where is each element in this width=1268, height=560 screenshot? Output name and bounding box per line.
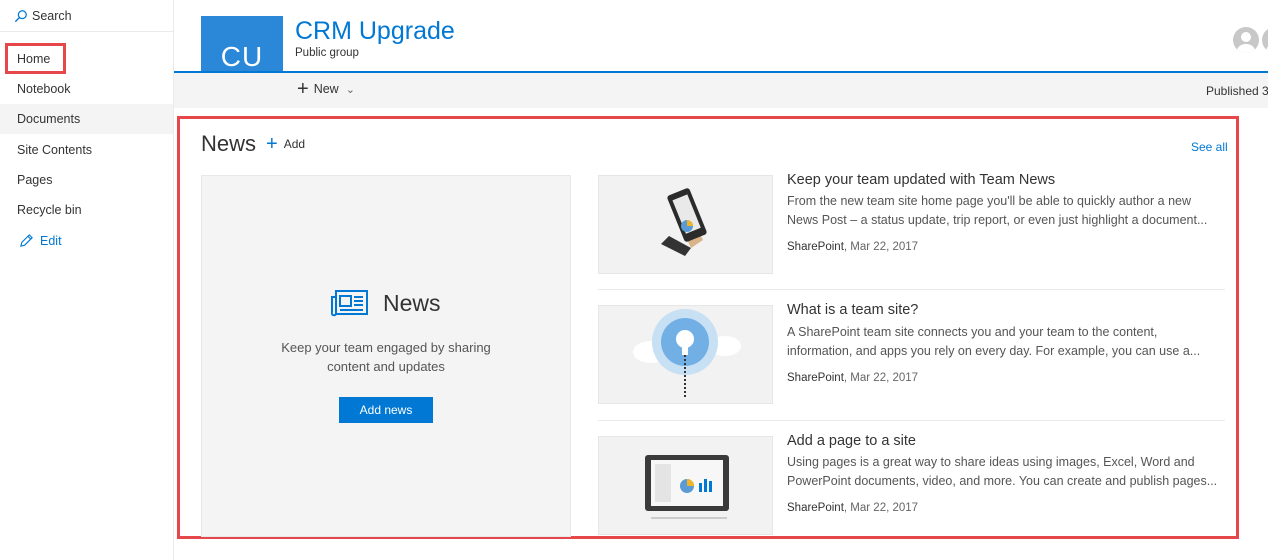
person-icon (1237, 32, 1255, 53)
pencil-icon (20, 234, 33, 247)
member-avatar[interactable] (1262, 27, 1268, 53)
add-news-button[interactable]: Add news (339, 397, 433, 423)
chevron-down-icon: ⌄ (345, 83, 355, 96)
nav-item-notebook[interactable]: Notebook (0, 74, 173, 104)
see-all-link[interactable]: See all (1191, 140, 1228, 154)
published-status: Published 3, (1206, 84, 1268, 98)
divider (598, 420, 1225, 421)
phone-chart-icon (661, 188, 707, 256)
news-item-description: Using pages is a great way to share idea… (787, 453, 1217, 491)
home-highlight-box (5, 43, 66, 74)
plus-icon: + (297, 78, 309, 100)
hero-heading-label: News (383, 289, 441, 316)
news-item-description-line: Using pages is a great way to share idea… (787, 455, 1195, 469)
new-button[interactable]: + New ⌄ (297, 78, 355, 100)
search-box[interactable]: Search (14, 7, 72, 25)
site-title[interactable]: CRM Upgrade (295, 17, 455, 46)
news-item-description-line: information, and apps you rely on every … (787, 344, 1201, 358)
plus-icon: + (266, 133, 278, 155)
news-item-date: , Mar 22, 2017 (843, 372, 919, 384)
hero-description-line: content and updates (327, 359, 445, 374)
hero-description: Keep your team engaged by sharing conten… (268, 338, 504, 376)
search-icon (14, 10, 27, 23)
lightbulb-cloud-icon (633, 309, 741, 398)
news-item-meta: SharePoint, Mar 22, 2017 (787, 241, 918, 253)
nav-item-label: Documents (17, 112, 81, 126)
news-item-source: SharePoint (787, 502, 844, 514)
nav-item-recycle-bin[interactable]: Recycle bin (0, 195, 173, 225)
person-icon (1266, 46, 1268, 53)
news-item-meta: SharePoint, Mar 22, 2017 (787, 502, 918, 514)
nav-item-label: Pages (17, 173, 53, 187)
news-item-description-line: A SharePoint team site connects you and … (787, 325, 1158, 339)
news-item-description-line: From the new team site home page you'll … (787, 194, 1191, 208)
news-item-title[interactable]: What is a team site? (787, 302, 918, 318)
news-item-description: From the new team site home page you'll … (787, 192, 1217, 230)
nav-item-documents[interactable]: Documents (0, 104, 173, 134)
news-item-description-line: PowerPoint documents, video, and more. Y… (787, 474, 1217, 488)
nav-item-label: Notebook (17, 82, 71, 96)
divider (598, 289, 1225, 290)
site-logo-initials: CU (220, 40, 264, 72)
nav-item-pages[interactable]: Pages (0, 165, 173, 195)
newspaper-icon (331, 290, 368, 317)
add-news-link[interactable]: + Add (266, 133, 306, 155)
add-label: Add (283, 137, 306, 151)
search-label: Search (32, 9, 72, 23)
tablet-chart-icon (645, 455, 729, 519)
site-subtitle: Public group (295, 47, 359, 59)
news-item-title[interactable]: Keep your team updated with Team News (787, 172, 1055, 188)
news-item-source: SharePoint (787, 241, 844, 253)
nav-item-site-contents[interactable]: Site Contents (0, 135, 173, 165)
news-item-meta: SharePoint, Mar 22, 2017 (787, 372, 918, 384)
news-item-title[interactable]: Add a page to a site (787, 433, 916, 449)
left-navigation: Search Home Notebook Documents Site Cont… (0, 0, 174, 560)
news-item-thumbnail[interactable] (598, 175, 773, 274)
news-item-description: A SharePoint team site connects you and … (787, 323, 1217, 361)
edit-label: Edit (40, 233, 62, 248)
nav-item-label: Site Contents (17, 143, 93, 157)
news-item-thumbnail[interactable] (598, 305, 773, 404)
member-avatar[interactable] (1233, 27, 1259, 53)
new-label: New (313, 82, 339, 96)
nav-item-label: Recycle bin (17, 203, 82, 217)
divider (0, 31, 174, 32)
news-item-thumbnail[interactable] (598, 436, 773, 535)
news-item-date: , Mar 22, 2017 (843, 502, 919, 514)
hero-heading: News (331, 289, 441, 317)
news-item-source: SharePoint (787, 372, 844, 384)
hero-description-line: Keep your team engaged by sharing (281, 340, 491, 355)
news-section-title: News (201, 131, 257, 156)
news-item-description-line: News Post – a status update, trip report… (787, 213, 1208, 227)
news-item-date: , Mar 22, 2017 (843, 241, 919, 253)
edit-link[interactable]: Edit (19, 233, 62, 248)
